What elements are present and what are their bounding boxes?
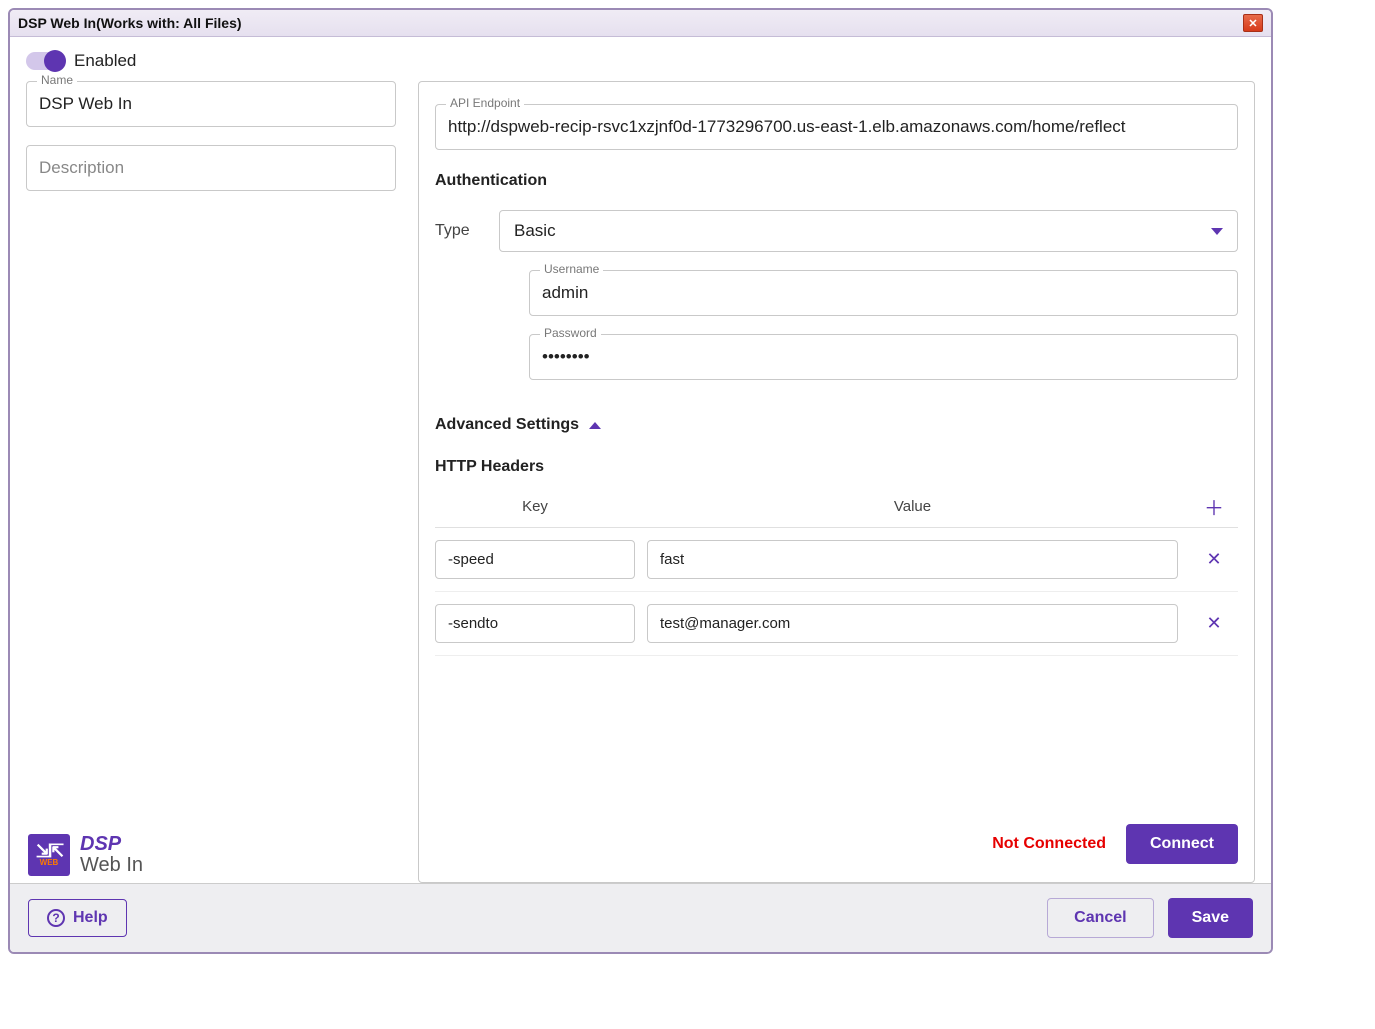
logo-line1: DSP [80, 834, 143, 854]
chevron-down-icon [1211, 228, 1223, 235]
connect-button[interactable]: Connect [1126, 824, 1238, 864]
advanced-settings-label: Advanced Settings [435, 416, 579, 434]
headers-table: Key Value ＋ ✕ [435, 486, 1238, 656]
headers-head: Key Value ＋ [435, 486, 1238, 528]
table-row: ✕ [435, 528, 1238, 592]
close-icon: ✕ [1248, 17, 1257, 30]
remove-header-button[interactable]: ✕ [1206, 613, 1221, 634]
plus-icon: ＋ [1204, 498, 1224, 520]
arrows-icon: ⇲⇱ [36, 844, 62, 858]
remove-header-button[interactable]: ✕ [1206, 549, 1221, 570]
logo-badge-label: WEB [40, 858, 59, 867]
api-endpoint-wrap: API Endpoint [435, 104, 1238, 150]
footer: ? Help Cancel Save [10, 883, 1271, 952]
col-value: Value [635, 498, 1190, 515]
table-row: ✕ [435, 592, 1238, 656]
auth-type-select[interactable]: Basic [499, 210, 1238, 252]
dialog-body: Enabled Name API Endpoint Authentication [10, 37, 1271, 883]
logo-line2: Web In [80, 854, 143, 876]
enabled-toggle[interactable] [26, 52, 64, 70]
auth-type-row: Type Basic [435, 210, 1238, 252]
header-value-input[interactable] [647, 540, 1178, 579]
type-label: Type [435, 222, 473, 240]
col-key: Key [435, 498, 635, 515]
name-field-wrap: Name [26, 81, 396, 127]
description-input[interactable] [27, 146, 395, 190]
left-column: Name [26, 81, 396, 883]
right-panel[interactable]: API Endpoint Authentication Type Basic U… [418, 81, 1255, 883]
connection-status: Not Connected [992, 835, 1106, 853]
header-key-input[interactable] [435, 604, 635, 643]
titlebar: DSP Web In (Works with: All Files) ✕ [10, 10, 1271, 37]
add-header-button[interactable]: ＋ [1204, 492, 1224, 521]
password-wrap: Password [529, 334, 1238, 380]
name-input[interactable] [27, 82, 395, 126]
username-input[interactable] [530, 271, 1237, 315]
advanced-settings-toggle[interactable]: Advanced Settings [435, 416, 1238, 434]
chevron-up-icon [589, 422, 601, 429]
columns: Name API Endpoint Authentication Type Ba… [26, 81, 1255, 883]
help-button[interactable]: ? Help [28, 899, 127, 937]
toggle-knob-icon [44, 50, 66, 72]
close-icon: ✕ [1206, 613, 1221, 633]
api-endpoint-input[interactable] [436, 105, 1237, 149]
http-headers-title: HTTP Headers [435, 458, 1238, 476]
connect-row: Not Connected Connect [435, 794, 1238, 864]
close-icon: ✕ [1206, 549, 1221, 569]
cancel-button[interactable]: Cancel [1047, 898, 1153, 938]
username-legend: Username [540, 262, 603, 276]
auth-type-value: Basic [514, 221, 556, 241]
window-title-main: DSP Web In [18, 15, 96, 31]
logo-text: DSP Web In [80, 834, 143, 876]
save-button[interactable]: Save [1168, 898, 1253, 938]
help-label: Help [73, 909, 108, 927]
header-key-input[interactable] [435, 540, 635, 579]
header-value-input[interactable] [647, 604, 1178, 643]
dialog-window: DSP Web In (Works with: All Files) ✕ Ena… [8, 8, 1273, 954]
password-legend: Password [540, 326, 601, 340]
auth-section-title: Authentication [435, 172, 1238, 190]
brand-logo: ⇲⇱ WEB DSP Web In [28, 834, 143, 876]
window-title-suffix: (Works with: All Files) [96, 15, 241, 31]
name-legend: Name [37, 73, 77, 87]
enabled-row: Enabled [26, 51, 1255, 71]
password-input[interactable] [530, 335, 1237, 379]
description-field-wrap [26, 145, 396, 191]
logo-badge-icon: ⇲⇱ WEB [28, 834, 70, 876]
auth-credentials: Username Password [529, 270, 1238, 380]
enabled-label: Enabled [74, 51, 136, 71]
help-icon: ? [47, 909, 65, 927]
close-button[interactable]: ✕ [1243, 14, 1263, 32]
username-wrap: Username [529, 270, 1238, 316]
api-endpoint-legend: API Endpoint [446, 96, 524, 110]
